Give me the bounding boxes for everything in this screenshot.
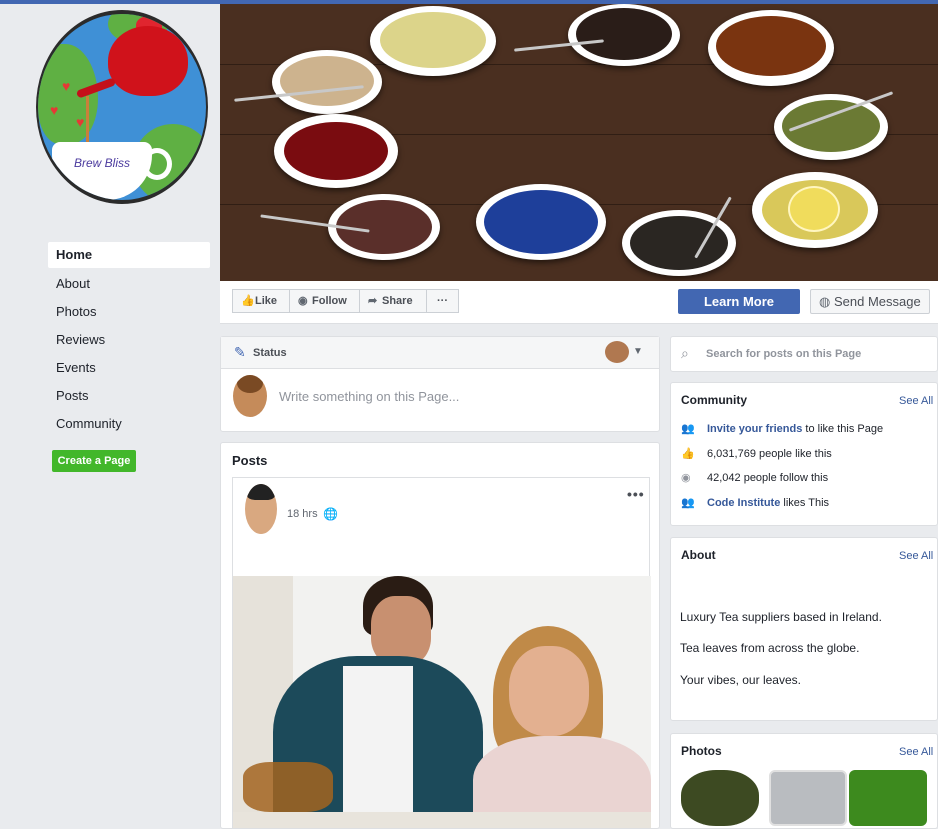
rss-icon: ◉	[681, 472, 691, 484]
status-header: ✎ Status ▼	[221, 337, 659, 369]
share-button[interactable]: ➦ Share	[359, 289, 427, 313]
heart-icon: ♥	[76, 114, 85, 130]
about-see-all-link[interactable]: See All	[899, 550, 933, 562]
cover-photo[interactable]	[220, 4, 938, 281]
brand-logo-text: Brew Bliss	[73, 156, 130, 170]
tea-bowl	[370, 6, 496, 76]
likes-row: 👍 6,031,769 people like this	[681, 448, 832, 460]
code-institute-link[interactable]: Code Institute	[707, 497, 780, 509]
photos-title: Photos	[681, 744, 722, 758]
about-line: Your vibes, our leaves.	[680, 673, 801, 687]
tea-bowl	[752, 172, 878, 248]
page-action-bar: 👍Like ◉ Follow ➦ Share ··· Learn More ◍ Se…	[220, 281, 938, 324]
friend-likes-row: 👥 Code Institute likes This	[681, 497, 830, 509]
status-tab[interactable]: Status	[253, 347, 287, 359]
send-message-button[interactable]: ◍ Send Message	[810, 289, 930, 314]
about-card: About See All Luxury Tea suppliers based…	[670, 537, 938, 721]
about-line: Luxury Tea suppliers based in Ireland.	[680, 610, 882, 624]
about-title: About	[681, 548, 716, 562]
more-options-button[interactable]: ···	[426, 289, 459, 313]
post-menu-button[interactable]: •••	[627, 486, 645, 502]
globe-icon: 🌐	[323, 507, 338, 521]
like-button[interactable]: 👍Like	[232, 289, 290, 313]
avatar	[233, 375, 267, 417]
post-timestamp[interactable]: 18 hrs	[287, 508, 318, 520]
status-input[interactable]: Write something on this Page...	[279, 389, 459, 404]
about-line: Tea leaves from across the globe.	[680, 641, 860, 655]
rss-icon: ◉	[298, 295, 308, 307]
follow-button[interactable]: ◉ Follow	[289, 289, 360, 313]
page-search[interactable]: ⌕ Search for posts on this Page	[670, 336, 938, 372]
post-card: 18 hrs 🌐 •••	[232, 477, 651, 828]
profile-picture[interactable]: ♥ ♥ ♥ Brew Bliss	[36, 10, 208, 204]
posts-section: Posts 18 hrs 🌐 •••	[220, 442, 660, 829]
nav-item-home[interactable]: Home	[48, 242, 210, 268]
nav-item-photos[interactable]: Photos	[48, 298, 210, 326]
nav-item-posts[interactable]: Posts	[48, 382, 210, 410]
posts-title: Posts	[232, 453, 268, 468]
tea-bowl	[274, 114, 398, 188]
avatar[interactable]	[245, 484, 277, 534]
invite-row: 👥 Invite your friends to like this Page	[681, 423, 884, 435]
nav-item-reviews[interactable]: Reviews	[48, 326, 210, 354]
community-see-all-link[interactable]: See All	[899, 395, 933, 407]
nav-item-about[interactable]: About	[48, 270, 210, 298]
pencil-icon: ✎	[234, 344, 246, 360]
community-card: Community See All 👥 Invite your friends t…	[670, 382, 938, 526]
share-arrow-icon: ➦	[368, 295, 378, 307]
tea-bowl	[568, 4, 680, 66]
photos-card: Photos See All	[670, 733, 938, 829]
thumbs-up-icon: 👍	[681, 448, 695, 460]
invite-friends-link[interactable]: Invite your friends	[707, 423, 802, 435]
people-icon: 👥	[681, 423, 695, 435]
follows-row: ◉ 42,042 people follow this	[681, 472, 829, 484]
search-icon: ⌕	[681, 345, 689, 361]
tea-bowl	[476, 184, 606, 260]
learn-more-button[interactable]: Learn More	[678, 289, 800, 314]
teacup-icon	[52, 142, 152, 200]
nav-item-community[interactable]: Community	[48, 410, 210, 438]
heart-icon: ♥	[62, 78, 71, 94]
people-icon: 👥	[681, 497, 695, 509]
teapot-glass	[243, 762, 333, 812]
left-column: ♥ ♥ ♥ Brew Bliss Home About Photos Revie…	[0, 4, 220, 829]
chevron-down-icon[interactable]: ▼	[633, 346, 643, 357]
photo-thumbnail[interactable]	[849, 770, 927, 826]
photos-see-all-link[interactable]: See All	[899, 746, 933, 758]
tea-bowl	[708, 10, 834, 86]
thumbs-up-icon: 👍	[241, 295, 255, 307]
status-composer: ✎ Status ▼ Write something on this Page.…	[220, 336, 660, 432]
heart-icon: ♥	[50, 102, 59, 118]
search-input[interactable]: Search for posts on this Page	[706, 348, 861, 360]
create-page-button[interactable]: Create a Page	[52, 450, 136, 472]
post-photo[interactable]	[233, 576, 651, 828]
messenger-icon: ◍	[819, 294, 834, 309]
globe-illustration: ♥ ♥ ♥ Brew Bliss	[38, 14, 206, 200]
community-title: Community	[681, 393, 747, 407]
photo-thumbnail[interactable]	[681, 770, 759, 826]
photo-thumbnail[interactable]	[769, 770, 847, 826]
nav-item-events[interactable]: Events	[48, 354, 210, 382]
tea-bowl	[272, 50, 382, 114]
page-nav: Home About Photos Reviews Events Posts C…	[48, 242, 210, 438]
avatar[interactable]	[605, 341, 629, 363]
